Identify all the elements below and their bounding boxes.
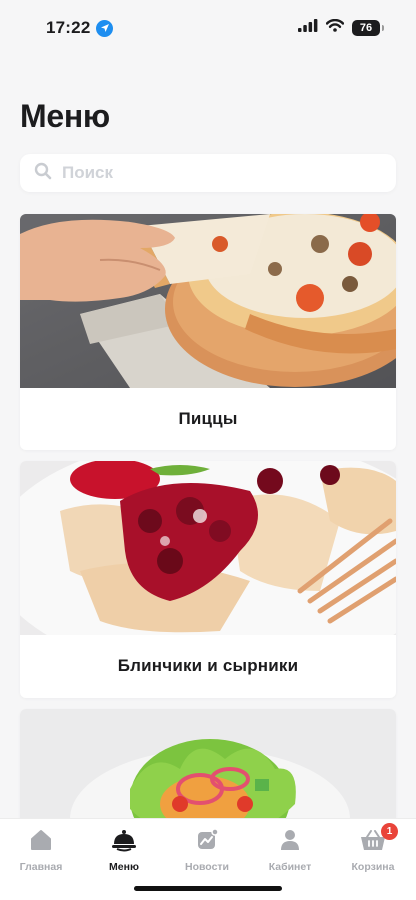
status-indicators: 76 (298, 18, 384, 37)
cloche-icon (111, 827, 137, 853)
status-time: 17:22 (46, 18, 91, 37)
tab-cart[interactable]: 1 Корзина (333, 823, 413, 873)
pancakes-image (20, 461, 396, 635)
tab-news[interactable]: Новости (167, 827, 247, 873)
time-group: 17:22 (46, 18, 114, 38)
cellular-signal-icon (298, 19, 318, 37)
cart-badge: 1 (381, 823, 398, 840)
wifi-icon (325, 18, 345, 37)
category-label: Блинчики и сырники (117, 656, 299, 675)
location-arrow-icon (96, 19, 114, 37)
search-bar[interactable] (20, 154, 396, 192)
search-icon (34, 162, 52, 185)
basket-icon: 1 (360, 823, 398, 853)
category-card-pizza[interactable]: Пиццы (20, 214, 396, 450)
tab-label: Главная (19, 861, 63, 873)
category-card-pancakes[interactable]: Блинчики и сырники (20, 461, 396, 698)
home-icon (28, 827, 54, 853)
battery-indicator: 76 (352, 20, 384, 36)
tab-label: Кабинет (268, 861, 312, 873)
tab-menu[interactable]: Меню (84, 827, 164, 873)
tab-cabinet[interactable]: Кабинет (250, 827, 330, 873)
tab-label: Новости (184, 861, 230, 873)
tab-label: Меню (109, 861, 139, 873)
home-indicator[interactable] (134, 886, 282, 891)
status-bar: 17:22 76 (0, 0, 416, 56)
user-icon (277, 827, 303, 853)
tab-label: Корзина (351, 861, 395, 873)
news-icon (194, 827, 220, 853)
page-title: Меню (20, 98, 110, 134)
tab-home[interactable]: Главная (1, 827, 81, 873)
search-input[interactable] (62, 163, 362, 183)
category-label: Пиццы (178, 409, 238, 428)
pizza-image (20, 214, 396, 388)
